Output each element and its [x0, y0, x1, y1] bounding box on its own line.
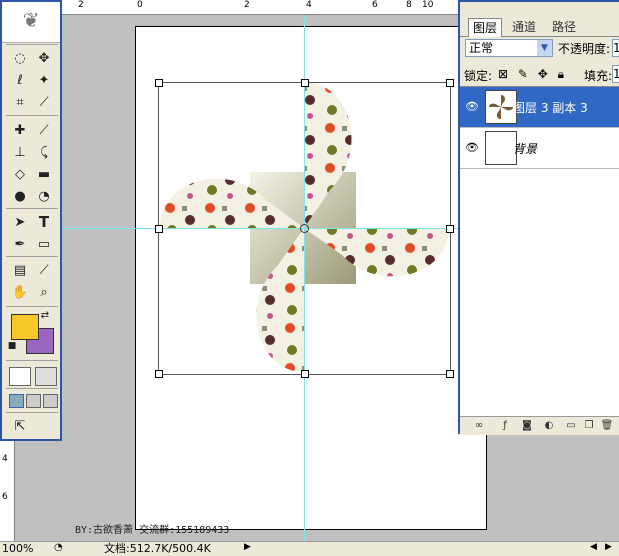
lasso-tool-icon[interactable]: ℓ: [9, 70, 31, 90]
panel-tabs: 图层 通道 路径: [460, 16, 619, 37]
layer-mask-icon[interactable]: ◙: [520, 420, 534, 432]
eye-icon[interactable]: 👁︎: [465, 141, 479, 154]
transform-handle[interactable]: [155, 79, 163, 87]
zoom-tool-icon[interactable]: ⌕: [33, 282, 55, 302]
lock-options[interactable]: ⊠ ✎ ✥ 🔒︎: [498, 67, 567, 82]
divider: [6, 360, 58, 361]
healing-brush-tool-icon[interactable]: ✚: [9, 120, 31, 140]
transform-handle[interactable]: [446, 370, 454, 378]
marquee-tool-icon[interactable]: ◌: [9, 48, 31, 68]
slice-tool-icon[interactable]: ⟋: [33, 92, 55, 112]
divider: [6, 388, 58, 389]
tab-paths[interactable]: 路径: [548, 18, 580, 36]
divider: [6, 208, 58, 209]
divider: [6, 412, 58, 413]
toolbox-header: ❦: [2, 2, 60, 43]
layers-panel: 图层 通道 路径 正常 ▼ 不透明度: 1 锁定: ⊠ ✎ ✥ 🔒︎ 填充: 1…: [458, 0, 619, 435]
quick-mask-button[interactable]: [35, 367, 57, 386]
chevron-down-icon: ▼: [537, 40, 552, 56]
scroll-left-icon[interactable]: ◀: [590, 542, 597, 552]
scroll-right-icon[interactable]: ▶: [605, 542, 612, 552]
eyedropper-tool-icon[interactable]: ⟋: [33, 260, 55, 280]
blend-mode-value: 正常: [469, 41, 494, 55]
new-group-icon[interactable]: ▭: [564, 420, 578, 432]
opacity-input[interactable]: 1: [612, 39, 619, 57]
history-brush-tool-icon[interactable]: ⤹: [33, 142, 55, 162]
layer-row-background[interactable]: 👁︎ 背景: [460, 128, 619, 169]
link-layers-icon[interactable]: ∞: [472, 420, 486, 432]
layers-list: 👁︎ 图层 3 副本 3 👁︎ 背景: [460, 86, 619, 417]
fill-label: 填充:: [584, 69, 613, 83]
default-colors-icon[interactable]: ■: [6, 340, 18, 352]
status-bar: 100% ◔ 文档:512.7K/500.4K ▶ ◀ ▶: [0, 541, 619, 556]
eye-icon[interactable]: 👁︎: [465, 100, 479, 113]
move-tool-icon[interactable]: ✥: [33, 48, 55, 68]
document-size: 文档:512.7K/500.4K: [104, 542, 211, 555]
layers-panel-footer: ∞ ƒ ◙ ◐ ▭ ❐ 🗑︎: [460, 416, 619, 435]
transform-handle[interactable]: [446, 225, 454, 233]
standard-mode-button[interactable]: [9, 367, 31, 386]
tab-channels[interactable]: 通道: [508, 18, 540, 36]
screen-mode-standard-button[interactable]: [9, 394, 24, 408]
divider: [6, 306, 58, 307]
transform-handle[interactable]: [446, 79, 454, 87]
hand-tool-icon[interactable]: ✋: [9, 282, 31, 302]
divider: [6, 115, 58, 116]
fill-input[interactable]: 1: [612, 65, 619, 83]
blend-mode-select[interactable]: 正常 ▼: [465, 39, 553, 57]
magic-wand-tool-icon[interactable]: ✦: [33, 70, 55, 90]
zoom-level[interactable]: 100%: [2, 542, 47, 555]
layer-style-icon[interactable]: ƒ: [498, 420, 512, 432]
status-info-icon[interactable]: ◔: [54, 542, 63, 553]
jump-to-imageready-icon[interactable]: ⇱: [9, 416, 31, 436]
foreground-color-swatch[interactable]: [11, 314, 39, 340]
brush-tool-icon[interactable]: ⟋: [33, 120, 55, 140]
swap-colors-icon[interactable]: ⇄: [38, 308, 52, 322]
status-menu-arrow-icon[interactable]: ▶: [244, 542, 251, 552]
type-tool-icon[interactable]: T: [33, 212, 55, 232]
divider: [6, 256, 58, 257]
tab-layers[interactable]: 图层: [468, 18, 503, 37]
layer-name: 图层 3 副本 3: [513, 101, 588, 115]
gradient-tool-icon[interactable]: ▬: [33, 164, 55, 184]
adjustment-layer-icon[interactable]: ◐: [542, 420, 556, 432]
transform-center-point[interactable]: [300, 224, 309, 233]
layer-name: 背景: [513, 142, 538, 156]
stamp-tool-icon[interactable]: ⊥: [9, 142, 31, 162]
transform-handle[interactable]: [301, 370, 309, 378]
trash-icon[interactable]: 🗑︎: [600, 420, 614, 432]
dodge-tool-icon[interactable]: ◔: [33, 186, 55, 206]
transform-handle[interactable]: [155, 370, 163, 378]
crop-tool-icon[interactable]: ⌗: [9, 92, 31, 112]
layer-row-copy[interactable]: 👁︎ 图层 3 副本 3: [460, 87, 619, 128]
screen-mode-full-menu-button[interactable]: [26, 394, 41, 408]
divider: [6, 44, 58, 45]
screen-mode-full-button[interactable]: [43, 394, 58, 408]
new-layer-icon[interactable]: ❐: [582, 420, 596, 432]
notes-tool-icon[interactable]: ▤: [9, 260, 31, 280]
transform-handle[interactable]: [155, 225, 163, 233]
eraser-tool-icon[interactable]: ◇: [9, 164, 31, 184]
path-select-tool-icon[interactable]: ➤: [9, 212, 31, 232]
canvas-credit-text: BY:古欲香萧 交流群:155189433: [75, 525, 230, 536]
feather-logo-icon: ❦: [22, 8, 40, 32]
toolbox: ❦ ◌ ✥ ℓ ✦ ⌗ ⟋ ✚ ⟋ ⊥ ⤹ ◇ ▬ ● ◔ ➤ T ✒ ▭ ▤ …: [0, 0, 62, 441]
transform-handle[interactable]: [301, 79, 309, 87]
blur-tool-icon[interactable]: ●: [9, 186, 31, 206]
shape-tool-icon[interactable]: ▭: [33, 234, 55, 254]
pen-tool-icon[interactable]: ✒: [9, 234, 31, 254]
lock-label: 锁定:: [464, 69, 493, 83]
opacity-label: 不透明度:: [558, 42, 611, 56]
